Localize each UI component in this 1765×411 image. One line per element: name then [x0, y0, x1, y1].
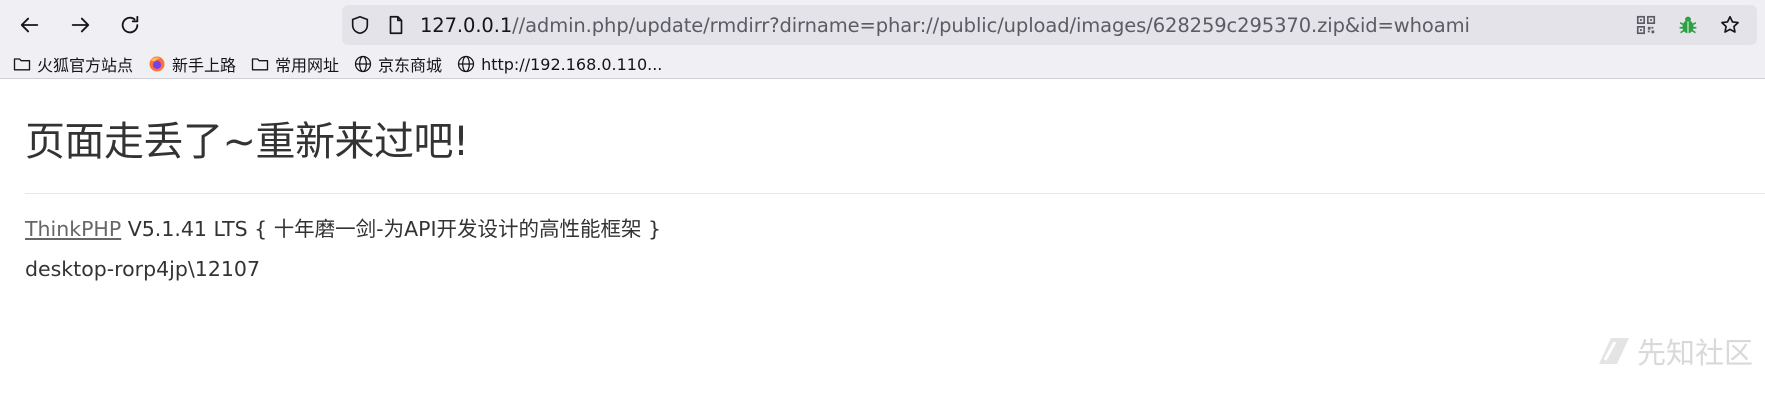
- back-button[interactable]: [10, 5, 50, 45]
- bookmark-item[interactable]: 常用网址: [250, 52, 339, 76]
- page-content: 页面走丢了~重新来过吧! ThinkPHP V5.1.41 LTS { 十年磨一…: [0, 79, 1765, 281]
- bookmarks-bar: 火狐官方站点 新手上路 常用网址 京东商城 http://192.168.0.1…: [0, 50, 1765, 79]
- firefox-icon: [149, 56, 165, 72]
- arrow-right-icon: [71, 17, 90, 33]
- arrow-left-icon: [20, 17, 39, 33]
- url-actions: [1625, 5, 1751, 45]
- bug-icon[interactable]: [1667, 5, 1709, 45]
- globe-icon: [457, 55, 475, 73]
- framework-version: V5.1.41 LTS { 十年磨一剑-为API开发设计的高性能框架 }: [121, 217, 662, 241]
- thinkphp-link[interactable]: ThinkPHP: [25, 217, 121, 241]
- divider: [25, 193, 1765, 194]
- forward-button[interactable]: [60, 5, 100, 45]
- bookmark-label: 京东商城: [378, 56, 443, 75]
- qr-code-icon[interactable]: [1625, 5, 1667, 45]
- bookmark-item[interactable]: http://192.168.0.110...: [456, 54, 662, 74]
- bookmark-item[interactable]: 新手上路: [147, 52, 236, 76]
- globe-icon: [354, 55, 372, 73]
- shield-icon[interactable]: [342, 5, 378, 45]
- address-bar[interactable]: 127.0.0.1//admin.php/update/rmdirr?dirna…: [342, 5, 1757, 45]
- framework-info: ThinkPHP V5.1.41 LTS { 十年磨一剑-为API开发设计的高性…: [25, 212, 1740, 242]
- browser-toolbar: 127.0.0.1//admin.php/update/rmdirr?dirna…: [0, 0, 1765, 50]
- watermark-text: 先知社区: [1636, 336, 1753, 370]
- watermark-logo-icon: [1598, 338, 1629, 364]
- bookmark-label: 火狐官方站点: [37, 56, 134, 75]
- bookmark-label: 新手上路: [172, 56, 237, 75]
- reload-button[interactable]: [110, 5, 150, 45]
- error-title: 页面走丢了~重新来过吧!: [25, 119, 469, 165]
- folder-icon: [13, 58, 31, 71]
- watermark: 先知社区: [1597, 330, 1753, 372]
- url-path: //admin.php/update/rmdirr?dirname=phar:/…: [512, 13, 1470, 37]
- reload-icon: [121, 15, 139, 34]
- page-info-icon[interactable]: [378, 5, 414, 45]
- url-text[interactable]: 127.0.0.1//admin.php/update/rmdirr?dirna…: [420, 14, 1470, 37]
- bookmark-item[interactable]: 京东商城: [353, 52, 442, 76]
- bookmark-label: http://192.168.0.110...: [481, 54, 663, 74]
- bookmark-star-icon[interactable]: [1709, 5, 1751, 45]
- bookmark-label: 常用网址: [275, 56, 340, 75]
- folder-icon: [251, 58, 269, 71]
- url-host: 127.0.0.1: [420, 13, 513, 37]
- command-output: desktop-rorp4jp\12107: [25, 257, 260, 281]
- bookmark-item[interactable]: 火狐官方站点: [12, 52, 133, 76]
